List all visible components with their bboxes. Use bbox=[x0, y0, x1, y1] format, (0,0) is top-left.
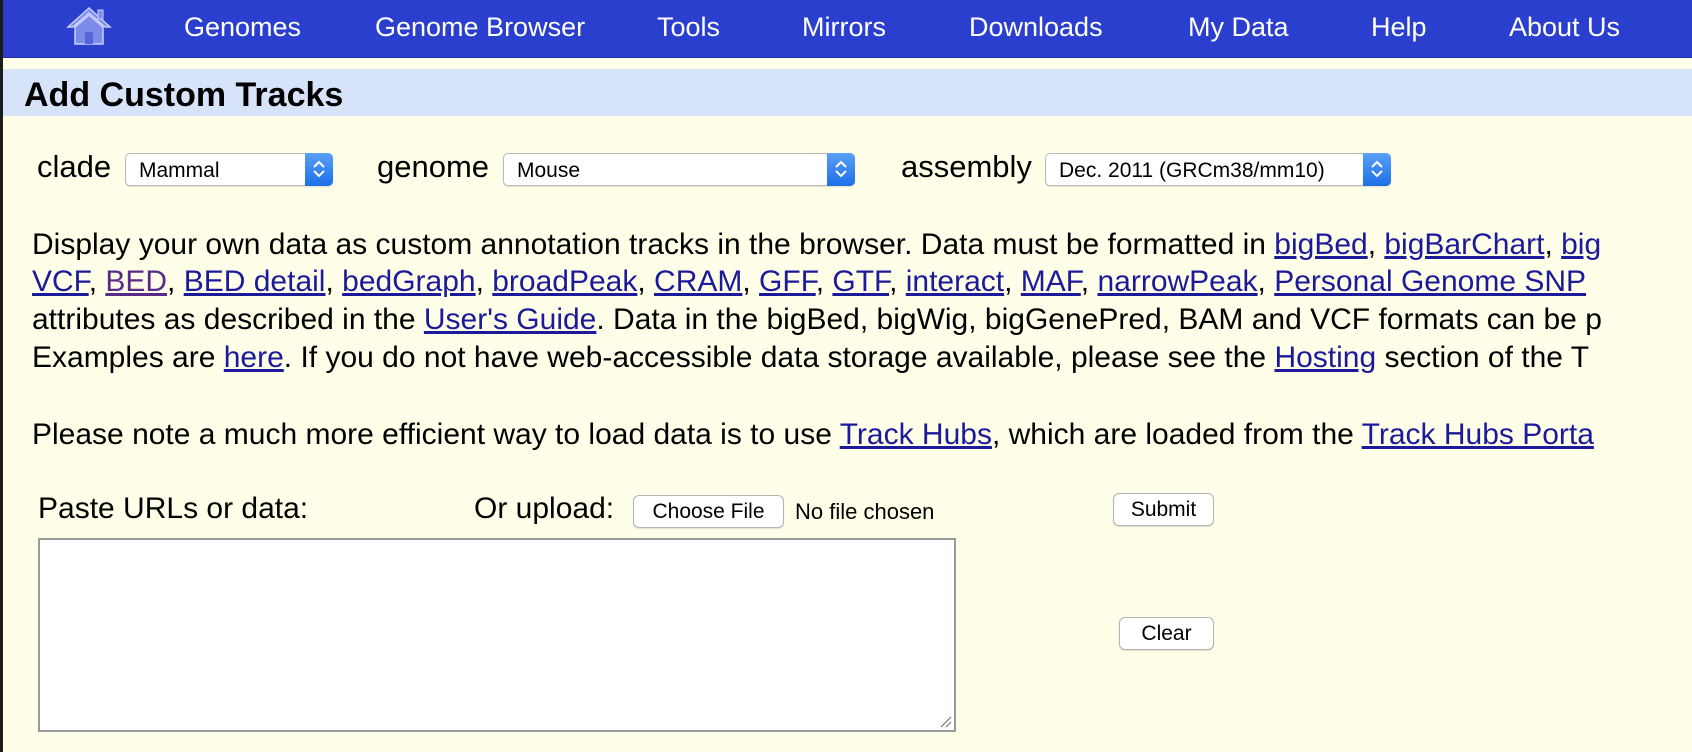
text: , bbox=[742, 265, 760, 298]
text: , bbox=[1257, 265, 1275, 298]
link-bedgraph[interactable]: bedGraph bbox=[342, 265, 475, 298]
paste-data-textarea[interactable] bbox=[38, 538, 956, 732]
link-gff[interactable]: GFF bbox=[759, 265, 816, 298]
choose-file-button[interactable]: Choose File bbox=[633, 495, 784, 528]
link-broadpeak[interactable]: broadPeak bbox=[492, 265, 637, 298]
assembly-select-value: Dec. 2011 (GRCm38/mm10) bbox=[1059, 159, 1325, 182]
text: , bbox=[1004, 265, 1021, 298]
link-examples-here[interactable]: here bbox=[224, 341, 284, 374]
text: section of the T bbox=[1376, 341, 1590, 374]
link-bed[interactable]: BED bbox=[105, 265, 167, 298]
paste-urls-label: Paste URLs or data: bbox=[38, 492, 309, 525]
page-title: Add Custom Tracks bbox=[24, 76, 344, 114]
text: , bbox=[1080, 265, 1098, 298]
text: , which are loaded from the bbox=[991, 418, 1362, 451]
clade-select-value: Mammal bbox=[139, 159, 220, 182]
link-maf[interactable]: MAF bbox=[1021, 265, 1081, 298]
select-arrows-icon bbox=[827, 153, 855, 186]
window-edge bbox=[0, 0, 3, 752]
text: Display your own data as custom annotati… bbox=[32, 228, 1275, 261]
track-hubs-note: Please note a much more efficient way to… bbox=[32, 417, 1594, 453]
clade-label: clade bbox=[37, 149, 112, 184]
assembly-label: assembly bbox=[901, 149, 1032, 184]
clear-button[interactable]: Clear bbox=[1119, 617, 1214, 650]
link-bigbed[interactable]: bigBed bbox=[1274, 228, 1367, 261]
text: Examples are bbox=[32, 341, 224, 374]
link-vcf[interactable]: VCF bbox=[32, 265, 89, 298]
description-line-4: Examples are here. If you do not have we… bbox=[32, 340, 1589, 376]
submit-button[interactable]: Submit bbox=[1113, 493, 1214, 526]
text: attributes as described in the bbox=[32, 303, 424, 336]
upload-label: Or upload: bbox=[474, 492, 615, 525]
nav-help[interactable]: Help bbox=[1371, 11, 1427, 43]
link-hosting[interactable]: Hosting bbox=[1274, 341, 1376, 374]
link-track-hubs[interactable]: Track Hubs bbox=[840, 418, 992, 451]
description-line-3: attributes as described in the User's Gu… bbox=[32, 302, 1602, 338]
link-users-guide[interactable]: User's Guide bbox=[424, 303, 596, 336]
description-line-1: Display your own data as custom annotati… bbox=[32, 227, 1601, 263]
text: , bbox=[1367, 228, 1385, 261]
text: , bbox=[889, 265, 906, 298]
nav-genomes[interactable]: Genomes bbox=[184, 11, 301, 43]
link-personal-genome-snp[interactable]: Personal Genome SNP bbox=[1274, 265, 1586, 298]
genome-select[interactable]: Mouse bbox=[503, 153, 855, 186]
genome-select-value: Mouse bbox=[517, 159, 581, 182]
text: , bbox=[167, 265, 184, 298]
link-big-truncated[interactable]: big bbox=[1561, 228, 1601, 261]
link-bigbarchart[interactable]: bigBarChart bbox=[1384, 228, 1544, 261]
nav-mirrors[interactable]: Mirrors bbox=[802, 11, 886, 43]
link-cram[interactable]: CRAM bbox=[654, 265, 742, 298]
text: . If you do not have web-accessible data… bbox=[283, 341, 1275, 374]
nav-my-data[interactable]: My Data bbox=[1188, 11, 1289, 43]
text: , bbox=[88, 265, 106, 298]
text: , bbox=[637, 265, 655, 298]
text: , bbox=[1544, 228, 1562, 261]
link-bed-detail[interactable]: BED detail bbox=[184, 265, 326, 298]
text: , bbox=[475, 265, 493, 298]
nav-genome-browser[interactable]: Genome Browser bbox=[375, 11, 585, 43]
resize-grip-icon[interactable] bbox=[938, 714, 952, 728]
nav-about-us[interactable]: About Us bbox=[1509, 11, 1620, 43]
description-line-2: VCF, BED, BED detail, bedGraph, broadPea… bbox=[32, 264, 1586, 300]
text: , bbox=[325, 265, 343, 298]
text: Please note a much more efficient way to… bbox=[32, 418, 840, 451]
select-arrows-icon bbox=[305, 153, 333, 186]
clade-select[interactable]: Mammal bbox=[125, 153, 333, 186]
no-file-chosen-text: No file chosen bbox=[795, 499, 935, 524]
top-navigation-bar: Genomes Genome Browser Tools Mirrors Dow… bbox=[0, 0, 1692, 58]
page-title-bar: Add Custom Tracks bbox=[3, 69, 1692, 116]
link-track-hubs-portal[interactable]: Track Hubs Porta bbox=[1362, 418, 1594, 451]
link-gtf[interactable]: GTF bbox=[832, 265, 889, 298]
text: , bbox=[815, 265, 833, 298]
home-icon[interactable] bbox=[66, 6, 112, 46]
nav-tools[interactable]: Tools bbox=[657, 11, 720, 43]
nav-downloads[interactable]: Downloads bbox=[969, 11, 1103, 43]
genome-label: genome bbox=[377, 149, 490, 184]
assembly-select[interactable]: Dec. 2011 (GRCm38/mm10) bbox=[1045, 153, 1391, 186]
select-arrows-icon bbox=[1363, 153, 1391, 186]
text: . Data in the bigBed, bigWig, bigGenePre… bbox=[596, 303, 1602, 336]
link-interact[interactable]: interact bbox=[906, 265, 1004, 298]
link-narrowpeak[interactable]: narrowPeak bbox=[1097, 265, 1257, 298]
